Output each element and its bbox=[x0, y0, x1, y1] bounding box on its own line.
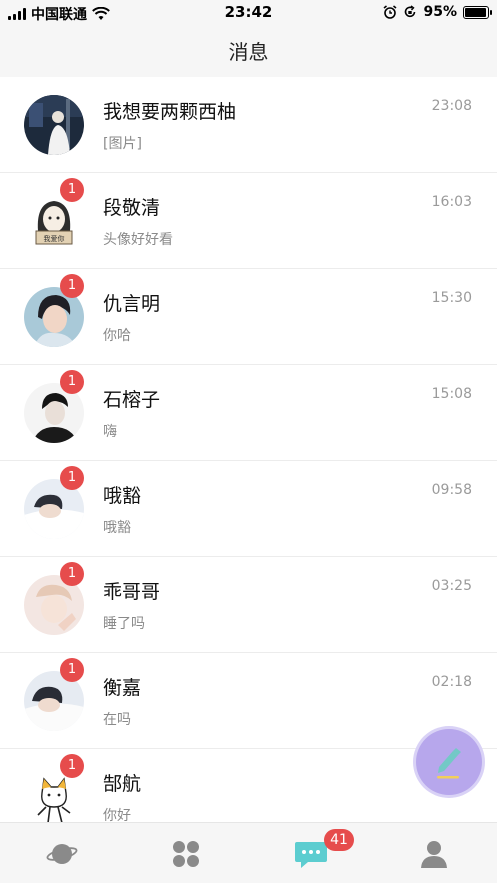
unread-badge: 1 bbox=[60, 466, 84, 490]
battery-icon bbox=[463, 5, 492, 19]
conversation-name: 衡嘉 bbox=[103, 677, 142, 699]
conversation-time: 03:25 bbox=[431, 578, 472, 594]
tab-messages[interactable] bbox=[248, 823, 372, 883]
battery-percent: 95% bbox=[423, 4, 457, 20]
unread-badge: 1 bbox=[60, 658, 84, 682]
unread-badge: 1 bbox=[60, 274, 84, 298]
svg-text:我爱你: 我爱你 bbox=[44, 234, 65, 243]
user-profile-icon bbox=[421, 841, 447, 868]
compose-pen-icon bbox=[437, 748, 461, 779]
conversation-item[interactable]: 我想要两颗西柚 [图片] 23:08 bbox=[0, 77, 497, 173]
status-right: 95% bbox=[383, 4, 492, 20]
tab-bar: 41 bbox=[0, 822, 497, 883]
chat-bubble-icon bbox=[295, 842, 327, 868]
conversation-time: 23:08 bbox=[431, 98, 472, 114]
status-bar: 中国联通 23:42 95% bbox=[0, 0, 497, 26]
conversation-name: 乖哥哥 bbox=[103, 581, 161, 603]
conversation-name: 石榕子 bbox=[103, 389, 161, 411]
unread-badge: 1 bbox=[60, 370, 84, 394]
conversation-name: 仇言明 bbox=[103, 293, 161, 315]
conversation-preview: 哦豁 bbox=[103, 520, 131, 536]
conversation-name: 段敬清 bbox=[103, 197, 161, 219]
conversation-preview: 嗨 bbox=[103, 424, 117, 440]
battery-level bbox=[465, 7, 486, 17]
conversation-list[interactable]: 我想要两颗西柚 [图片] 23:08 我爱你 段敬清 头像好好看 16:03 仇… bbox=[0, 77, 497, 822]
tab-profile[interactable] bbox=[372, 823, 496, 883]
conversation-time: 16:03 bbox=[431, 194, 472, 210]
conversation-preview: 你哈 bbox=[103, 328, 131, 344]
conversation-preview: 在吗 bbox=[103, 712, 131, 728]
conversation-time: 15:08 bbox=[431, 386, 472, 402]
tab-discover[interactable] bbox=[0, 823, 124, 883]
conversation-preview: 睡了吗 bbox=[103, 616, 145, 632]
apps-grid-icon bbox=[173, 841, 199, 867]
conversation-name: 哦豁 bbox=[103, 485, 142, 507]
messages-unread-badge: 41 bbox=[324, 829, 354, 851]
conversation-name: 我想要两颗西柚 bbox=[103, 101, 237, 123]
tab-apps[interactable] bbox=[124, 823, 248, 883]
conversation-preview: 你好 bbox=[103, 808, 131, 822]
unread-badge: 1 bbox=[60, 562, 84, 586]
conversation-time: 02:18 bbox=[431, 674, 472, 690]
conversation-preview: 头像好好看 bbox=[103, 232, 173, 248]
conversation-time: 09:58 bbox=[431, 482, 472, 498]
unread-badge: 1 bbox=[60, 178, 84, 202]
unread-badge: 1 bbox=[60, 754, 84, 778]
nav-bar: 消息 bbox=[0, 26, 497, 77]
conversation-preview: [图片] bbox=[103, 136, 142, 152]
compose-button[interactable] bbox=[416, 729, 482, 795]
page-title: 消息 bbox=[228, 40, 269, 64]
rotation-lock-icon bbox=[405, 5, 416, 18]
planet-icon bbox=[46, 844, 78, 864]
conversation-name: 郜航 bbox=[103, 773, 142, 795]
conversation-time: 15:30 bbox=[431, 290, 472, 306]
avatar[interactable] bbox=[24, 95, 84, 155]
alarm-icon bbox=[383, 5, 397, 19]
